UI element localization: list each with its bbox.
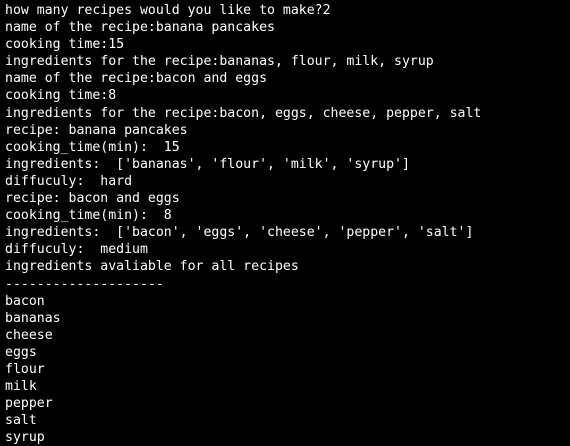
terminal-line-cooking-time-2: cooking time:8 (5, 88, 117, 104)
terminal-line-ingredient-item: flour (5, 361, 45, 377)
terminal-line-cooking-time-1: cooking time:15 (5, 37, 125, 53)
terminal-line-difficulty-2: diffuculy: medium (5, 242, 148, 258)
terminal-line-difficulty-1: diffuculy: hard (5, 173, 133, 189)
terminal-line-ingredient-item: bananas (5, 310, 61, 326)
terminal-line-ingredient-item: syrup (5, 430, 45, 446)
terminal-line-all-ingredients-heading: ingredients avaliable for all recipes (5, 259, 299, 275)
terminal-line-ingredient-item: bacon (5, 293, 45, 309)
terminal-line-ingredient-item: pepper (5, 396, 53, 412)
terminal-line-divider: -------------------- (5, 276, 164, 292)
terminal-line-ingredient-item: cheese (5, 327, 53, 343)
terminal-line-recipe-name-1: name of the recipe:banana pancakes (5, 20, 275, 36)
terminal-line-recipe-1: recipe: banana pancakes (5, 122, 188, 138)
terminal-line-cooking-time-output-2: cooking_time(min): 8 (5, 208, 172, 224)
terminal-line-ingredient-item: milk (5, 379, 37, 395)
terminal-line-ingredient-item: salt (5, 413, 37, 429)
terminal-line-ingredient-item: eggs (5, 344, 37, 360)
terminal-line-cooking-time-output-1: cooking_time(min): 15 (5, 139, 180, 155)
terminal-line-ingredients-output-1: ingredients: ['bananas', 'flour', 'milk'… (5, 156, 410, 172)
terminal-line-ingredients-input-2: ingredients for the recipe:bacon, eggs, … (5, 105, 482, 121)
terminal-line-recipe-2: recipe: bacon and eggs (5, 191, 180, 207)
terminal-line-ingredients-output-2: ingredients: ['bacon', 'eggs', 'cheese',… (5, 225, 474, 241)
terminal-line-recipe-name-2: name of the recipe:bacon and eggs (5, 71, 268, 87)
terminal-line-prompt: how many recipes would you like to make?… (5, 3, 331, 18)
terminal-line-ingredients-input-1: ingredients for the recipe:bananas, flou… (5, 54, 434, 70)
terminal-output[interactable]: how many recipes would you like to make?… (0, 0, 570, 446)
